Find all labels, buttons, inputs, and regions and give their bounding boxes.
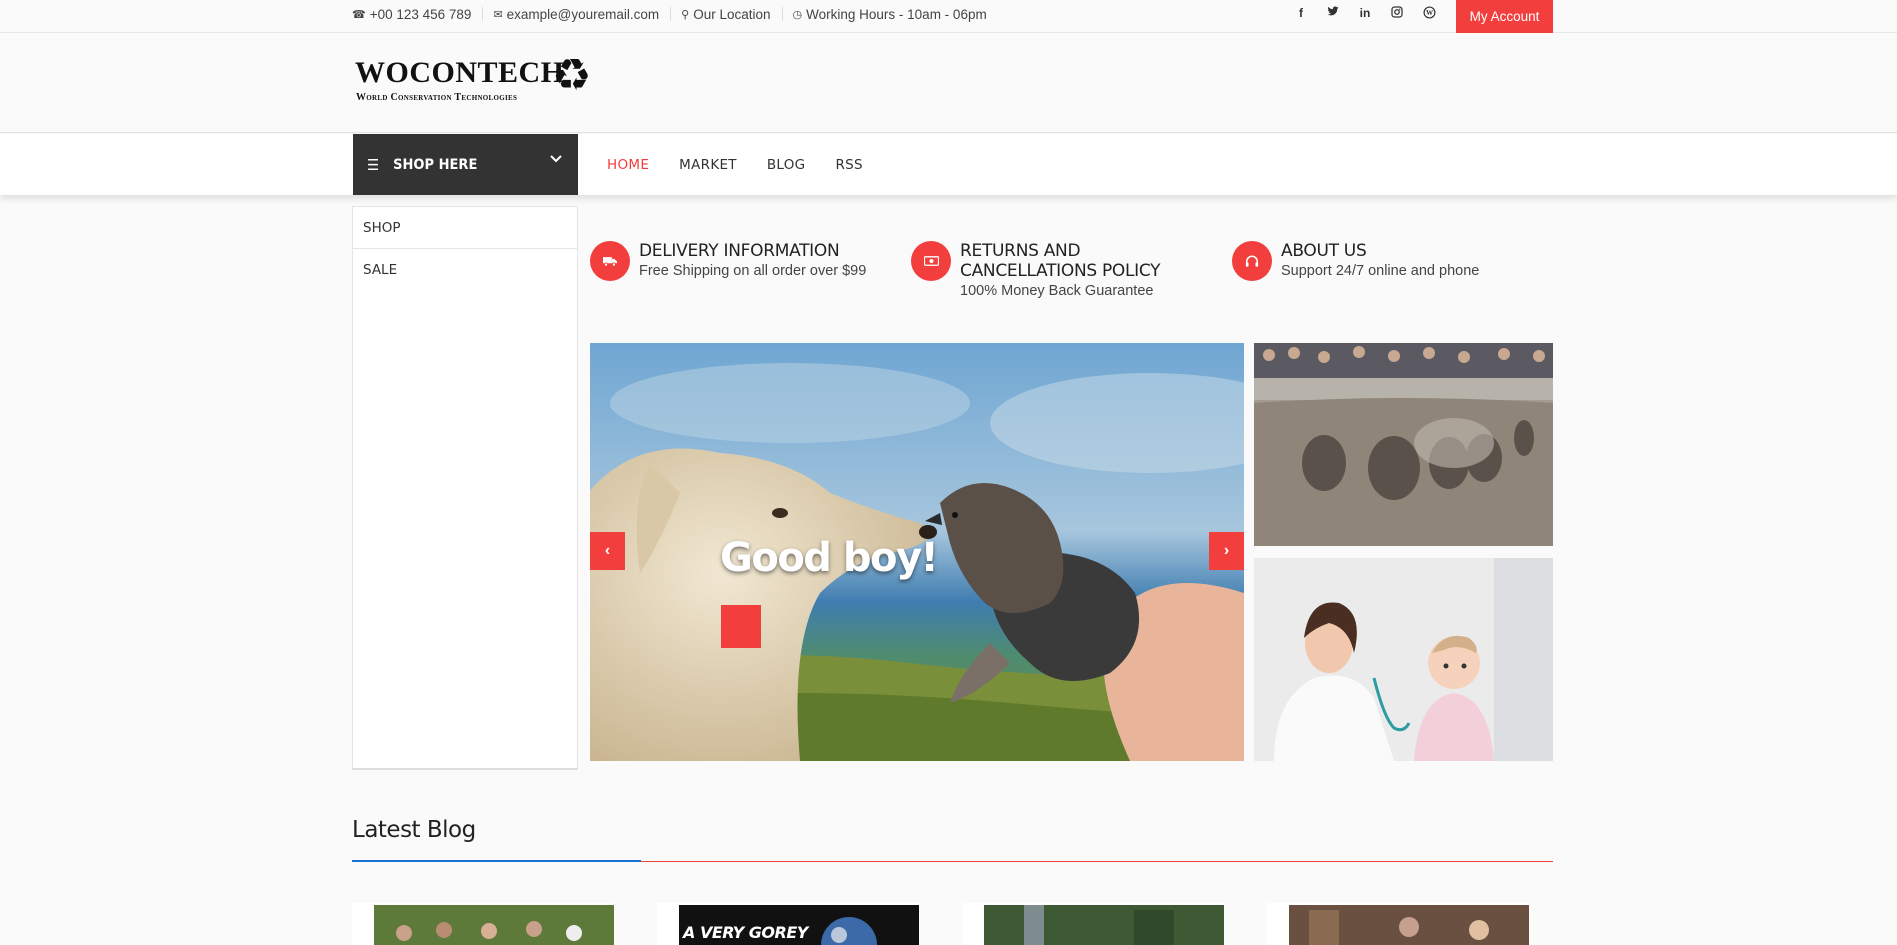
feature-title: ABOUT US bbox=[1281, 241, 1367, 261]
shop-here-toggle[interactable]: ☰ SHOP HERE bbox=[353, 134, 578, 195]
nav-rss[interactable]: RSS bbox=[835, 157, 862, 173]
email-text[interactable]: example@youremail.com bbox=[507, 7, 660, 22]
banner-mud[interactable] bbox=[1254, 343, 1553, 546]
hours-item: ◷ Working Hours - 10am - 06pm bbox=[792, 6, 998, 22]
linkedin-icon[interactable]: in bbox=[1349, 6, 1381, 22]
feature-desc: Support 24/7 online and phone bbox=[1281, 263, 1480, 279]
envelope-icon: ✉ bbox=[493, 8, 503, 21]
contact-info: ☎ +00 123 456 789 ✉ example@youremail.co… bbox=[352, 0, 1008, 28]
nav-home[interactable]: HOME bbox=[607, 157, 649, 173]
blog-divider-accent bbox=[352, 860, 641, 862]
banner-image bbox=[1254, 343, 1553, 546]
latest-blog-heading: Latest Blog bbox=[352, 817, 476, 843]
blog-card[interactable] bbox=[352, 903, 614, 945]
slider-next-button[interactable]: › bbox=[1209, 532, 1244, 570]
instagram-icon[interactable] bbox=[1381, 6, 1413, 22]
blog-card-image bbox=[1289, 905, 1529, 945]
banner-doctor[interactable] bbox=[1254, 558, 1553, 761]
location-text[interactable]: Our Location bbox=[693, 7, 770, 22]
blog-card-image bbox=[984, 905, 1224, 945]
headphones-icon bbox=[1232, 241, 1272, 281]
feature-title: RETURNS AND CANCELLATIONS POLICY bbox=[960, 241, 1161, 281]
feature-title: DELIVERY INFORMATION bbox=[639, 241, 840, 261]
recycle-icon: ♻ bbox=[552, 51, 592, 100]
blog-card-image: A VERY GOREY bbox=[679, 905, 919, 945]
site-logo[interactable]: WOCONTECH World Conservation Technologie… bbox=[353, 51, 597, 106]
slider-prev-button[interactable]: ‹ bbox=[590, 532, 625, 570]
blog-card[interactable]: A VERY GOREY bbox=[657, 903, 919, 945]
clock-icon: ◷ bbox=[792, 8, 803, 21]
feature-desc: Free Shipping on all order over $99 bbox=[639, 263, 867, 279]
main-nav: ☰ SHOP HERE HOME MARKET BLOG RSS bbox=[0, 134, 1897, 195]
blog-card[interactable] bbox=[962, 903, 1224, 945]
logo-tagline: World Conservation Technologies bbox=[356, 92, 518, 103]
facebook-icon[interactable]: f bbox=[1285, 6, 1317, 22]
category-shop[interactable]: SHOP bbox=[353, 207, 577, 249]
shop-here-label: SHOP HERE bbox=[393, 156, 478, 173]
email-item[interactable]: ✉ example@youremail.com bbox=[493, 7, 672, 22]
my-account-button[interactable]: My Account bbox=[1456, 0, 1553, 33]
feature-delivery: DELIVERY INFORMATION Free Shipping on al… bbox=[590, 241, 866, 281]
slide-headline: Good boy! bbox=[720, 535, 939, 581]
feature-about: ABOUT US Support 24/7 online and phone bbox=[1232, 241, 1479, 281]
slide-cta-button[interactable] bbox=[721, 605, 761, 648]
chevron-down-icon bbox=[550, 152, 562, 167]
phone-icon: ☎ bbox=[352, 8, 366, 21]
truck-icon bbox=[590, 241, 630, 281]
wordpress-icon[interactable]: W bbox=[1413, 6, 1445, 22]
banner-image bbox=[1254, 558, 1553, 761]
map-marker-icon: ⚲ bbox=[681, 8, 690, 21]
money-icon bbox=[911, 241, 951, 281]
nav-market[interactable]: MARKET bbox=[679, 157, 737, 173]
feature-returns: RETURNS AND CANCELLATIONS POLICY 100% Mo… bbox=[911, 241, 1170, 299]
hours-text: Working Hours - 10am - 06pm bbox=[806, 6, 987, 22]
social-links: f in W bbox=[1285, 6, 1445, 22]
hero-slider[interactable]: ‹ › Good boy! bbox=[590, 343, 1244, 761]
nav-links: HOME MARKET BLOG RSS bbox=[607, 134, 893, 195]
header bbox=[0, 34, 1897, 133]
location-item[interactable]: ⚲ Our Location bbox=[681, 7, 783, 22]
twitter-icon[interactable] bbox=[1317, 6, 1349, 22]
nav-blog[interactable]: BLOG bbox=[767, 157, 806, 173]
feature-desc: 100% Money Back Guarantee bbox=[960, 283, 1154, 299]
blog-divider bbox=[352, 860, 1553, 862]
top-bar: ☎ +00 123 456 789 ✉ example@youremail.co… bbox=[0, 0, 1897, 33]
svg-text:W: W bbox=[1425, 9, 1432, 17]
category-sidebar: SHOP SALE bbox=[352, 206, 578, 770]
phone-text: +00 123 456 789 bbox=[369, 6, 472, 22]
phone-item: ☎ +00 123 456 789 bbox=[352, 6, 484, 22]
logo-name: WOCONTECH bbox=[355, 56, 565, 89]
menu-icon: ☰ bbox=[367, 155, 380, 174]
blog-card-image bbox=[374, 905, 614, 945]
blog-card[interactable] bbox=[1267, 903, 1529, 945]
category-sale[interactable]: SALE bbox=[353, 249, 577, 291]
